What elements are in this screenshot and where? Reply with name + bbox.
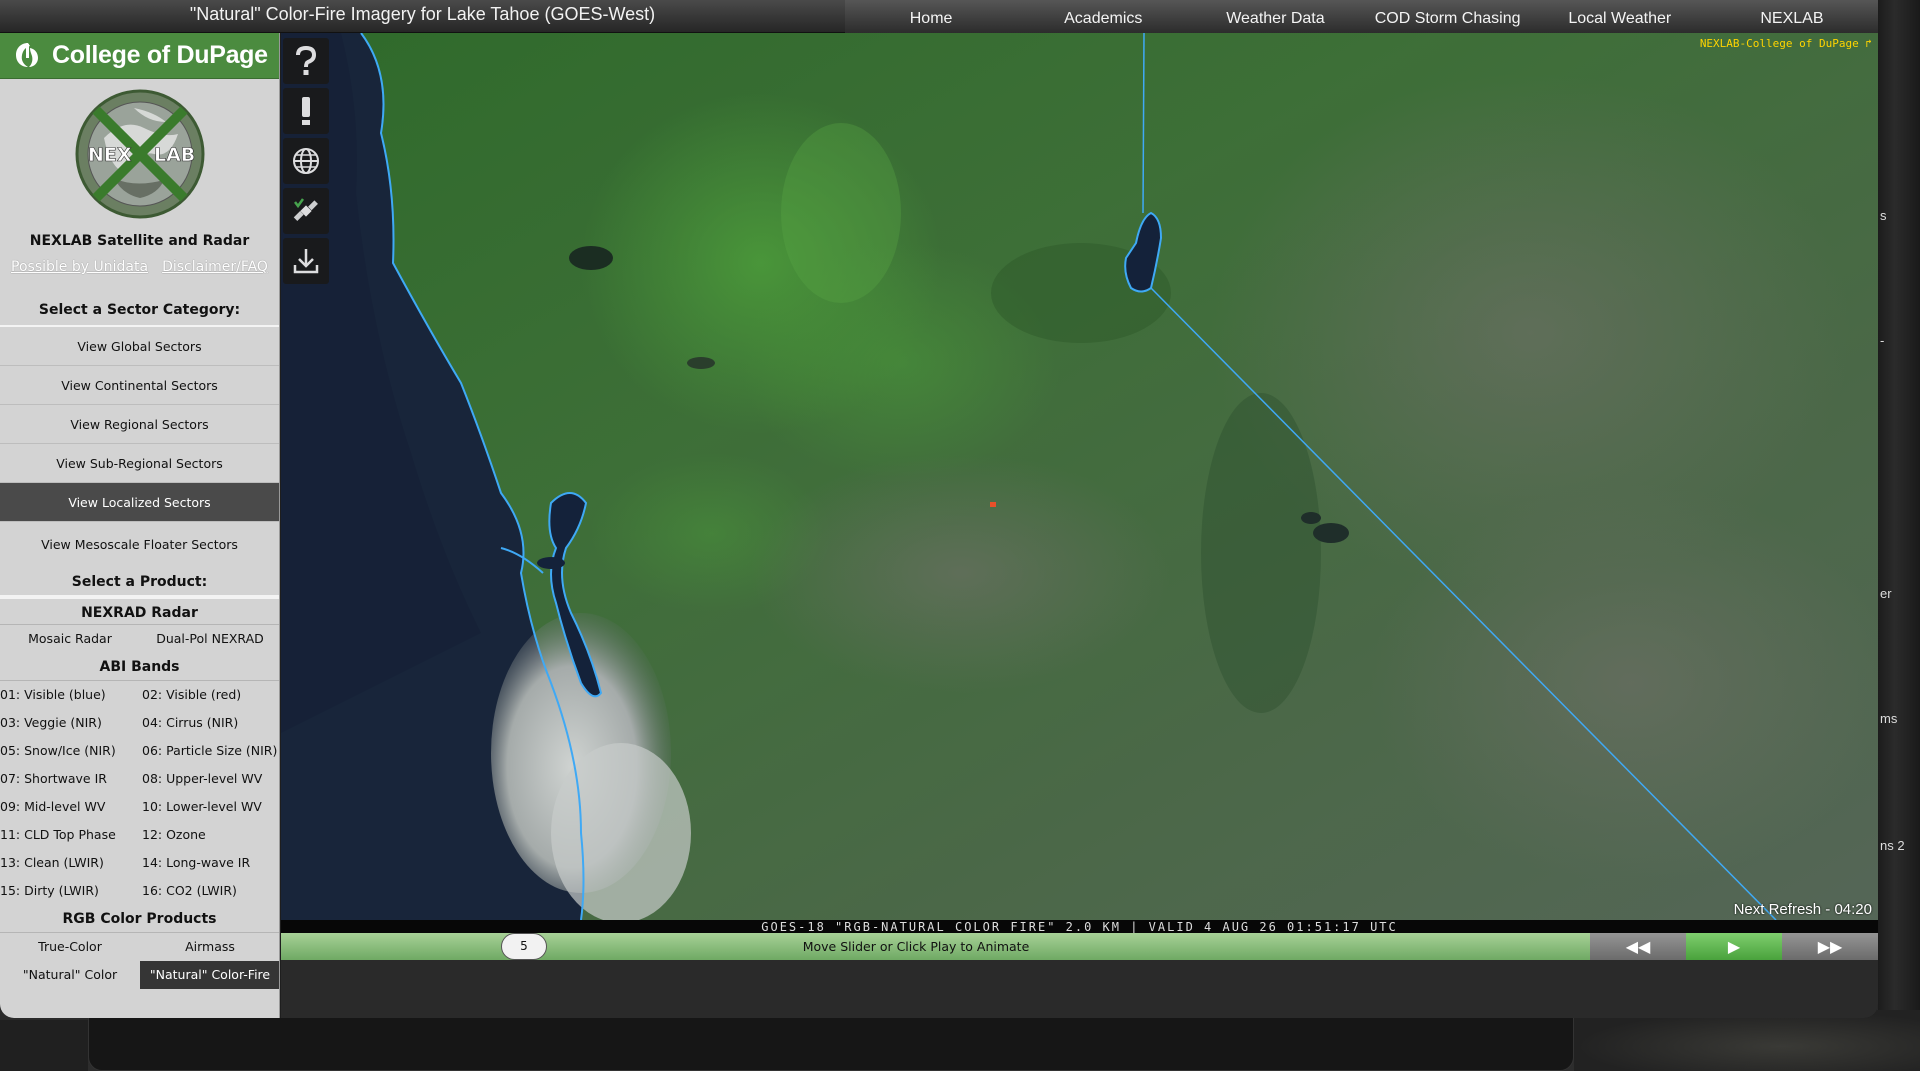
band-02[interactable]: 02: Visible (red): [140, 681, 279, 709]
sector-localized[interactable]: View Localized Sectors: [0, 483, 279, 522]
unidata-link[interactable]: Possible by Unidata: [11, 259, 148, 275]
disclaimer-link[interactable]: Disclaimer/FAQ: [162, 259, 268, 275]
band-04[interactable]: 04: Cirrus (NIR): [140, 709, 279, 737]
lower-panel: [281, 960, 1878, 1018]
band-13[interactable]: 13: Clean (LWIR): [0, 849, 140, 877]
band-07[interactable]: 07: Shortwave IR: [0, 765, 140, 793]
next-refresh-timer: Next Refresh - 04:20: [1733, 901, 1872, 918]
sector-mesoscale-floater[interactable]: View Mesoscale Floater Sectors: [0, 522, 279, 567]
nexlab-globe-logo: NEX LAB: [75, 89, 204, 219]
satellite-button[interactable]: [283, 188, 329, 234]
play-icon: ▶: [1727, 937, 1741, 956]
satellite-map[interactable]: NEXLAB-College of DuPage ↱ Next Refresh …: [281, 33, 1878, 920]
brand-name: College of DuPage: [52, 41, 268, 69]
band-05[interactable]: 05: Snow/Ice (NIR): [0, 737, 140, 765]
forward-icon: ▶▶: [1817, 937, 1843, 956]
background-window: [0, 1020, 88, 1071]
band-12[interactable]: 12: Ozone: [140, 821, 279, 849]
product-dual-pol-nexrad[interactable]: Dual-Pol NEXRAD: [140, 625, 279, 653]
sector-regional[interactable]: View Regional Sectors: [0, 405, 279, 444]
background-text: ms: [1880, 711, 1898, 726]
nav-local-weather[interactable]: Local Weather: [1534, 0, 1706, 33]
product-true-color[interactable]: True-Color: [0, 933, 140, 961]
help-button[interactable]: [283, 38, 329, 84]
band-01[interactable]: 01: Visible (blue): [0, 681, 140, 709]
band-14[interactable]: 14: Long-wave IR: [140, 849, 279, 877]
nexrad-heading: NEXRAD Radar: [0, 597, 279, 625]
background-window: [1574, 1010, 1920, 1071]
product-natural-color[interactable]: "Natural" Color: [0, 961, 140, 989]
band-15[interactable]: 15: Dirty (LWIR): [0, 877, 140, 905]
link-row: Possible by Unidata Disclaimer/FAQ: [0, 253, 279, 281]
map-toolbar: [283, 38, 333, 288]
product-natural-color-fire[interactable]: "Natural" Color-Fire: [140, 961, 279, 989]
band-09[interactable]: 09: Mid-level WV: [0, 793, 140, 821]
satellite-icon: [293, 198, 318, 221]
brand-bar[interactable]: College of DuPage: [0, 33, 279, 79]
frame-count-selector[interactable]: 5: [501, 933, 547, 960]
alert-icon: [302, 97, 310, 125]
product-heading: Select a Product:: [0, 567, 279, 597]
nav-academics[interactable]: Academics: [1017, 0, 1189, 33]
sector-continental[interactable]: View Continental Sectors: [0, 366, 279, 405]
college-logo-icon: [16, 42, 38, 67]
image-caption: GOES-18 "RGB-NATURAL COLOR FIRE" 2.0 KM …: [281, 920, 1878, 934]
sector-global[interactable]: View Global Sectors: [0, 327, 279, 366]
product-airmass[interactable]: Airmass: [140, 933, 279, 961]
main-nav: Home Academics Weather Data COD Storm Ch…: [845, 0, 1878, 33]
background-text: -: [1880, 333, 1885, 348]
rewind-icon: ◀◀: [1625, 937, 1651, 956]
nexrad-grid: Mosaic Radar Dual-Pol NEXRAD: [0, 625, 279, 653]
band-10[interactable]: 10: Lower-level WV: [140, 793, 279, 821]
sector-sub-regional[interactable]: View Sub-Regional Sectors: [0, 444, 279, 483]
nexlab-logo: NEX LAB: [0, 79, 279, 229]
nav-nexlab[interactable]: NEXLAB: [1706, 0, 1878, 33]
satellite-image: [281, 33, 1878, 920]
abi-heading: ABI Bands: [0, 653, 279, 681]
nav-storm-chasing[interactable]: COD Storm Chasing: [1362, 0, 1534, 33]
sector-heading: Select a Sector Category:: [0, 281, 279, 327]
rewind-button[interactable]: ◀◀: [1590, 933, 1686, 960]
animation-hint: Move Slider or Click Play to Animate: [802, 939, 1030, 954]
band-11[interactable]: 11: CLD Top Phase: [0, 821, 140, 849]
band-08[interactable]: 08: Upper-level WV: [140, 765, 279, 793]
globe-button[interactable]: [283, 138, 329, 184]
band-06[interactable]: 06: Particle Size (NIR): [140, 737, 279, 765]
top-bar: "Natural" Color-Fire Imagery for Lake Ta…: [0, 0, 1878, 33]
help-icon: [296, 46, 317, 75]
nav-home[interactable]: Home: [845, 0, 1017, 33]
logo-text-right: LAB: [154, 144, 195, 166]
background-text: ns 2: [1880, 838, 1905, 853]
download-icon: [293, 249, 319, 274]
forward-button[interactable]: ▶▶: [1782, 933, 1878, 960]
sector-list: View Global Sectors View Continental Sec…: [0, 327, 279, 567]
animation-controls: ◀◀ ▶ ▶▶: [1590, 933, 1878, 960]
animation-bar: 5 Move Slider or Click Play to Animate ◀…: [281, 933, 1878, 960]
rgb-product-grid: True-Color Airmass "Natural" Color "Natu…: [0, 933, 279, 989]
band-03[interactable]: 03: Veggie (NIR): [0, 709, 140, 737]
logo-text-left: NEX: [88, 144, 132, 166]
play-button[interactable]: ▶: [1686, 933, 1782, 960]
browser-window: "Natural" Color-Fire Imagery for Lake Ta…: [0, 0, 1878, 1018]
globe-icon: [293, 148, 319, 174]
background-text: er: [1880, 586, 1892, 601]
product-mosaic-radar[interactable]: Mosaic Radar: [0, 625, 140, 653]
band-16[interactable]: 16: CO2 (LWIR): [140, 877, 279, 905]
page-title: "Natural" Color-Fire Imagery for Lake Ta…: [189, 4, 656, 24]
abi-band-grid: 01: Visible (blue) 02: Visible (red) 03:…: [0, 681, 279, 905]
background-text: s: [1880, 208, 1887, 223]
sidebar: College of DuPage NEX LAB NEXLAB Satelli…: [0, 33, 280, 1018]
watermark[interactable]: NEXLAB-College of DuPage ↱: [1700, 37, 1872, 50]
download-button[interactable]: [283, 238, 329, 284]
background-window-edge: s - er ms ns 2: [1878, 0, 1920, 1071]
nav-weather-data[interactable]: Weather Data: [1189, 0, 1361, 33]
alert-button[interactable]: [283, 88, 329, 134]
lab-title: NEXLAB Satellite and Radar: [29, 233, 250, 249]
rgb-heading: RGB Color Products: [0, 905, 279, 933]
